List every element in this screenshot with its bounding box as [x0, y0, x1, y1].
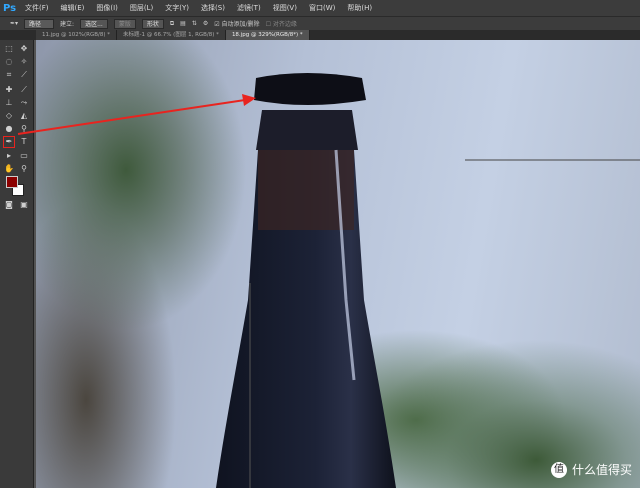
- menu-help[interactable]: 帮助(H): [347, 3, 372, 13]
- rectangle-tool-icon[interactable]: ▭: [19, 151, 29, 161]
- make-label: 建立:: [60, 21, 75, 28]
- eraser-icon[interactable]: ◇: [4, 111, 14, 121]
- auto-add-label: 自动添加/删除: [221, 21, 260, 28]
- document-tabs: 11.jpg @ 102%(RGB/8) * 未标题-1 @ 66.7% (图层…: [0, 30, 640, 40]
- path-selection-icon[interactable]: ▸: [4, 151, 14, 161]
- marquee-tool-icon[interactable]: ⬚: [4, 44, 14, 54]
- pen-tool-icon[interactable]: ✒: [3, 136, 15, 148]
- mask-button[interactable]: 蒙版: [113, 18, 136, 29]
- align-edges-label: 对齐边缘: [272, 21, 297, 28]
- crop-tool-icon[interactable]: ⌗: [4, 70, 14, 80]
- blur-tool-icon[interactable]: ●: [4, 124, 14, 134]
- shape-button[interactable]: 形状: [141, 18, 164, 29]
- menu-layer[interactable]: 图层(L): [130, 3, 153, 13]
- watermark-logo-icon: 值: [550, 461, 567, 478]
- quick-mask-icon[interactable]: ◙: [4, 200, 14, 210]
- photoshop-logo: Ps: [3, 2, 17, 14]
- document-canvas[interactable]: 值 什么值得买: [36, 40, 640, 488]
- foreground-color-swatch[interactable]: [6, 176, 18, 188]
- tab-untitled-1[interactable]: 未标题-1 @ 66.7% (图层 1, RGB/8) *: [116, 30, 226, 40]
- lasso-tool-icon[interactable]: ◌: [4, 57, 14, 67]
- dodge-tool-icon[interactable]: ⚲: [19, 124, 29, 134]
- paint-bucket-icon[interactable]: ◭: [19, 111, 29, 121]
- auto-add-checkbox[interactable]: ☑ 自动添加/删除: [214, 19, 259, 28]
- mode-select[interactable]: 路径: [24, 18, 55, 29]
- menu-type[interactable]: 文字(Y): [165, 3, 189, 13]
- align-edges-checkbox[interactable]: ☐ 对齐边缘: [266, 19, 297, 28]
- menu-file[interactable]: 文件(F): [25, 3, 49, 13]
- hand-tool-icon[interactable]: ✋: [4, 164, 14, 174]
- healing-brush-icon[interactable]: ✚: [4, 85, 14, 95]
- selection-button[interactable]: 选区...: [80, 18, 108, 29]
- watermark-text: 什么值得买: [571, 463, 632, 477]
- tools-panel: ⬚ ✥ ◌ ✧ ⌗ ⟋ ✚ ⟋ ⊥ ⤳ ◇ ◭ ● ⚲ ✒ T ▸ ▭ ✋ ⚲ …: [0, 40, 34, 488]
- gear-icon[interactable]: ⚙: [203, 20, 208, 27]
- tab-11-jpg[interactable]: 11.jpg @ 102%(RGB/8) *: [36, 30, 117, 40]
- pen-tool-preset-icon[interactable]: ✒▾: [10, 20, 18, 27]
- menu-window[interactable]: 窗口(W): [309, 3, 335, 13]
- eyedropper-icon[interactable]: ⟋: [19, 70, 29, 80]
- tab-18-jpg[interactable]: 18.jpg @ 329%(RGB/8*) *: [225, 30, 310, 40]
- menu-image[interactable]: 图像(I): [96, 3, 118, 13]
- path-alignment-icon[interactable]: ▤: [180, 20, 186, 27]
- options-bar: ✒▾ 路径 建立: 选区... 蒙版 形状 ⧉ ▤ ⇅ ⚙ ☑ 自动添加/删除 …: [0, 16, 640, 30]
- path-arrangement-icon[interactable]: ⇅: [192, 20, 197, 27]
- menu-view[interactable]: 视图(V): [273, 3, 297, 13]
- menu-filter[interactable]: 滤镜(T): [237, 3, 261, 13]
- watermark: 值 什么值得买: [550, 461, 632, 478]
- menu-select[interactable]: 选择(S): [201, 3, 225, 13]
- move-tool-icon[interactable]: ✥: [19, 44, 29, 54]
- history-brush-icon[interactable]: ⤳: [19, 98, 29, 108]
- brush-tool-icon[interactable]: ⟋: [19, 85, 29, 95]
- type-tool-icon[interactable]: T: [19, 137, 29, 147]
- screen-mode-icon[interactable]: ▣: [19, 200, 29, 210]
- menu-bar: Ps 文件(F) 编辑(E) 图像(I) 图层(L) 文字(Y) 选择(S) 滤…: [0, 0, 640, 16]
- clone-stamp-icon[interactable]: ⊥: [4, 98, 14, 108]
- zoom-tool-icon[interactable]: ⚲: [19, 164, 29, 174]
- bottle-image: [216, 73, 640, 488]
- menu-edit[interactable]: 编辑(E): [61, 3, 85, 13]
- path-operations-icon[interactable]: ⧉: [170, 20, 174, 28]
- magic-wand-icon[interactable]: ✧: [19, 57, 29, 67]
